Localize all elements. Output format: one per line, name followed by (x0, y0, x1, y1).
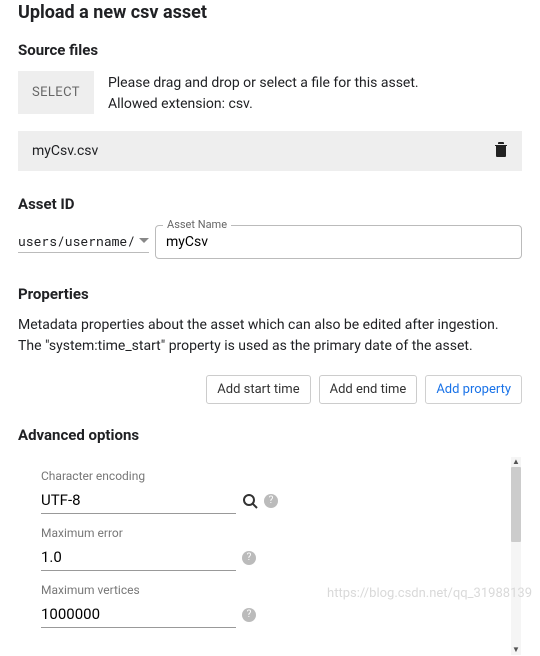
file-hint-line1: Please drag and drop or select a file fo… (108, 75, 419, 91)
scroll-down-icon[interactable]: ▼ (512, 645, 520, 655)
help-icon[interactable]: ? (242, 551, 256, 565)
help-icon[interactable]: ? (242, 608, 256, 622)
source-files-heading: Source files (18, 41, 522, 59)
max-error-input[interactable] (41, 544, 236, 571)
add-end-time-button[interactable]: Add end time (319, 375, 418, 404)
char-encoding-input[interactable] (41, 487, 236, 514)
asset-name-label: Asset Name (163, 218, 231, 231)
page-title: Upload a new csv asset (18, 2, 522, 23)
asset-path-prefix-value: users/username/ (18, 232, 135, 250)
advanced-options-panel: Character encoding ? Maximum error ? Max… (18, 456, 522, 656)
properties-heading: Properties (18, 285, 522, 303)
search-icon[interactable] (242, 493, 258, 509)
advanced-options-heading: Advanced options (18, 426, 522, 444)
max-vertices-label: Maximum vertices (41, 583, 499, 597)
char-encoding-label: Character encoding (41, 469, 499, 483)
scrollbar-thumb[interactable] (511, 467, 521, 542)
delete-file-icon[interactable] (494, 141, 508, 161)
scrollbar-track[interactable]: ▲ ▼ (511, 457, 521, 655)
properties-description: Metadata properties about the asset whic… (18, 315, 522, 357)
selected-file-row: myCsv.csv (18, 131, 522, 171)
scroll-up-icon[interactable]: ▲ (512, 457, 520, 467)
asset-path-prefix-select[interactable]: users/username/ (18, 232, 149, 253)
file-hint-text: Please drag and drop or select a file fo… (108, 71, 419, 115)
help-icon[interactable]: ? (264, 494, 278, 508)
select-file-button[interactable]: SELECT (18, 71, 94, 114)
asset-id-heading: Asset ID (18, 195, 522, 213)
max-vertices-input[interactable] (41, 601, 236, 628)
add-property-button[interactable]: Add property (425, 375, 522, 404)
chevron-down-icon (139, 238, 149, 243)
max-error-label: Maximum error (41, 526, 499, 540)
selected-file-name: myCsv.csv (32, 143, 98, 159)
file-hint-line2: Allowed extension: csv. (108, 96, 253, 112)
add-start-time-button[interactable]: Add start time (206, 375, 310, 404)
